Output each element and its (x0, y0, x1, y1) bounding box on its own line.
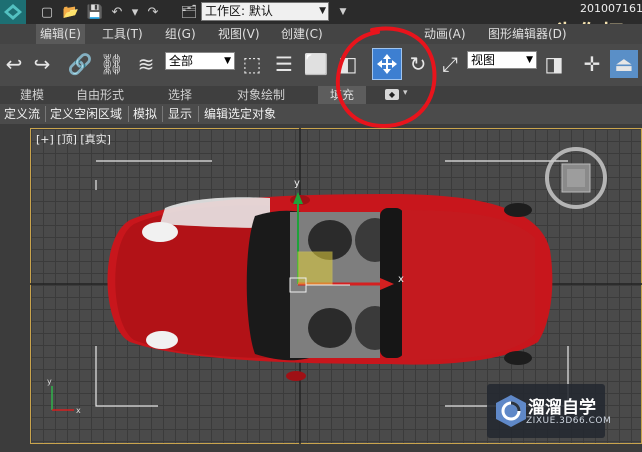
redo-icon[interactable]: ↪ (28, 50, 56, 78)
tab-freeform[interactable]: 自由形式 (76, 86, 124, 104)
undo-icon[interactable]: ↶ (108, 3, 126, 21)
select-and-link-icon[interactable]: 🔗 (66, 50, 94, 78)
undo-icon[interactable]: ↩ (0, 50, 28, 78)
display-button[interactable]: 显示 (168, 104, 192, 124)
project-folder-icon[interactable]: 🗂 (180, 3, 198, 21)
brand-logo-icon (496, 395, 526, 427)
chevron-down-icon: ▼ (526, 55, 533, 65)
selection-filter-dropdown[interactable]: 全部 ▼ (165, 52, 235, 70)
select-object-icon[interactable]: ⬚ (238, 50, 266, 78)
menu-group[interactable]: 组(G) (161, 24, 200, 44)
window-title-text: 201007161 (580, 2, 642, 15)
select-by-name-icon[interactable]: ☰ (270, 50, 298, 78)
tab-selection[interactable]: 选择 (168, 86, 192, 104)
selection-filter-value: 全部 (169, 54, 194, 68)
menu-create[interactable]: 创建(C) (277, 24, 327, 44)
redo-icon[interactable]: ↷ (144, 3, 162, 21)
edit-selected-button[interactable]: 编辑选定对象 (204, 104, 276, 124)
simulate-button[interactable]: 模拟 (133, 104, 157, 124)
brand-url: ZIXUE.3D66.COM (526, 416, 612, 426)
menu-views[interactable]: 视图(V) (214, 24, 264, 44)
divider (45, 106, 46, 122)
define-idle-areas-button[interactable]: 定义空闲区域 (50, 104, 122, 124)
app-logo-icon[interactable] (0, 0, 26, 24)
divider (198, 106, 199, 122)
pivot-center-icon[interactable]: ◨ (540, 50, 568, 78)
undo-dropdown-icon[interactable]: ▾ (126, 3, 144, 21)
keyboard-shortcut-override-icon[interactable]: ⏏ (610, 50, 638, 78)
scale-icon[interactable]: ⤢ (436, 50, 464, 78)
annotation-circle (335, 26, 437, 129)
chevron-down-icon[interactable]: ▼ (334, 3, 352, 21)
reference-coordinate-dropdown[interactable]: 视图 ▼ (467, 51, 537, 69)
menu-tools[interactable]: 工具(T) (98, 24, 147, 44)
divider (162, 106, 163, 122)
reference-coordinate-value: 视图 (471, 53, 496, 67)
menu-graph-editors[interactable]: 图形编辑器(D) (484, 24, 571, 44)
world-axis-tripod: y x (47, 377, 81, 415)
open-file-icon[interactable]: 📂 (62, 3, 80, 21)
define-flows-button[interactable]: 定义流 (4, 104, 40, 124)
tab-modeling[interactable]: 建模 (20, 86, 44, 104)
workspace-label: 工作区: 默认 (205, 4, 273, 18)
svg-text:x: x (76, 406, 81, 415)
car-model (107, 194, 553, 381)
chevron-down-icon: ▼ (319, 6, 326, 16)
divider (128, 106, 129, 122)
bind-to-space-warp-icon[interactable]: ≋ (132, 50, 160, 78)
new-file-icon[interactable]: ▢ (38, 3, 56, 21)
tab-object-paint[interactable]: 对象绘制 (237, 86, 285, 104)
gizmo-y-label: y (294, 178, 300, 189)
menu-edit[interactable]: 编辑(E) (36, 24, 85, 44)
workspace-dropdown[interactable]: 工作区: 默认 ▼ (201, 2, 329, 21)
svg-text:y: y (47, 377, 52, 386)
gizmo-x-label: x (398, 274, 404, 285)
select-and-manipulate-icon[interactable]: ✛ (578, 50, 606, 78)
save-icon[interactable]: 💾 (86, 3, 104, 21)
viewcube-icon (545, 147, 607, 209)
brand-name: 溜溜自学 (528, 398, 596, 418)
unlink-selection-icon[interactable]: ⛓ (98, 50, 126, 78)
rectangular-selection-icon[interactable]: ⬜ (302, 50, 330, 78)
chevron-down-icon: ▼ (224, 56, 231, 66)
